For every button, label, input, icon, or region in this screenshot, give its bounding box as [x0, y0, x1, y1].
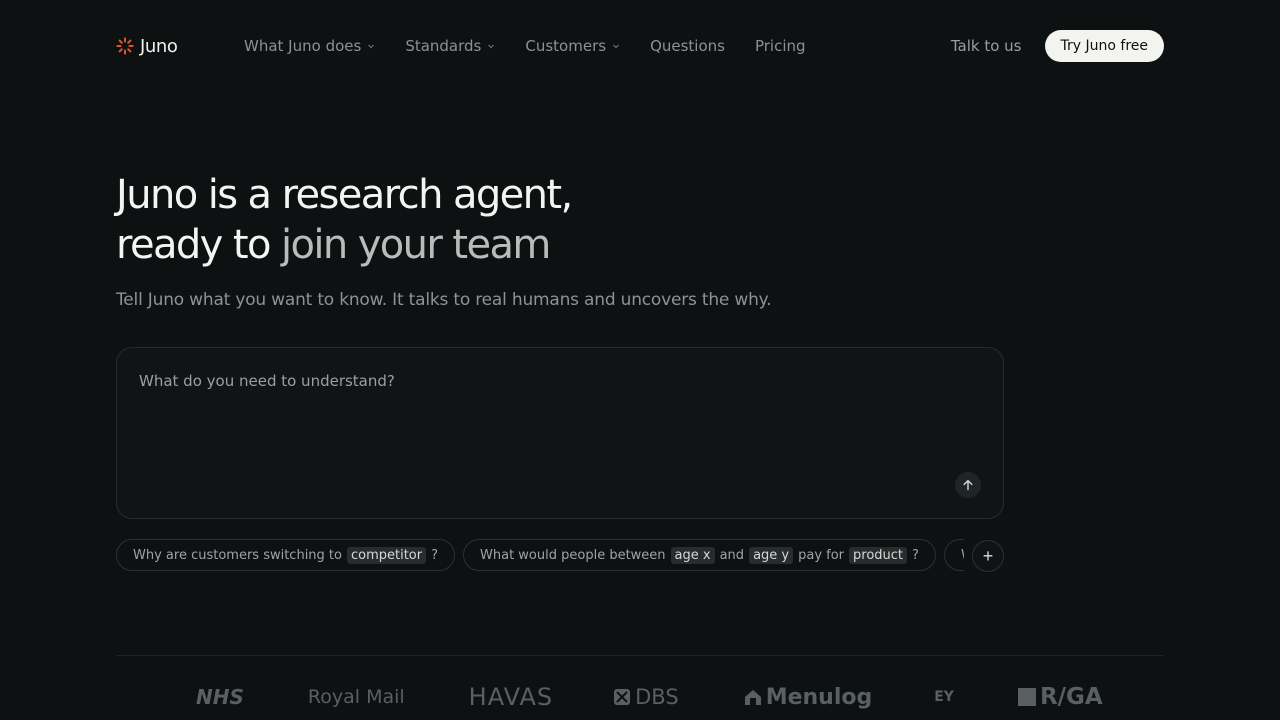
nhs-logo: NHS [196, 685, 244, 709]
chip-token: competitor [346, 546, 427, 564]
nav-link-label: Questions [650, 37, 725, 55]
havas-logo: HAVAS [468, 683, 554, 711]
submit-button[interactable] [955, 472, 981, 498]
suggestion-chips: Why are customers switching to competito… [116, 539, 964, 571]
nav-customers[interactable]: Customers [525, 37, 620, 55]
arrow-up-icon [963, 479, 973, 491]
nav-link-label: Standards [405, 37, 482, 55]
nav-what-juno-does[interactable]: What Juno does [244, 37, 375, 55]
dbs-logo: DBS [613, 685, 679, 709]
customer-logos: NHS Royal Mail HAVAS DBS Menulog EY R/GA [196, 682, 1126, 712]
chevron-down-icon [488, 44, 495, 49]
nav-questions[interactable]: Questions [650, 37, 725, 55]
nav-links: What Juno does Standards Customers Quest… [244, 37, 836, 55]
chip-text: W [961, 548, 964, 563]
suggestion-chip-truncated[interactable]: W [943, 539, 964, 571]
menulog-logo: Menulog [743, 684, 873, 710]
nav-standards[interactable]: Standards [405, 37, 495, 55]
royal-mail-logo: Royal Mail [307, 686, 405, 708]
nav-pricing[interactable]: Pricing [755, 37, 806, 55]
rga-wordmark: R/GA [1039, 684, 1103, 710]
chip-text: and [719, 547, 745, 563]
chip-text: What would people between [480, 547, 666, 563]
chip-text: ? [912, 547, 919, 563]
menulog-wordmark: Menulog [765, 684, 873, 710]
rga-logo: R/GA [1017, 684, 1103, 710]
brand-logo[interactable]: Juno [116, 36, 244, 57]
dbs-star-icon [614, 689, 631, 705]
try-juno-free-button[interactable]: Try Juno free [1044, 30, 1164, 62]
top-nav: Juno What Juno does Standards Customers … [116, 30, 1164, 62]
ey-logo: EY [934, 689, 954, 705]
hero-headline: Juno is a research agent, ready to join … [116, 170, 573, 270]
nav-actions: Talk to us Try Juno free [951, 30, 1164, 62]
more-suggestions-button[interactable]: + [972, 540, 1004, 572]
chip-token: age y [749, 546, 794, 564]
rga-square-icon [1017, 688, 1036, 706]
chip-text: pay for [798, 547, 845, 563]
nav-link-label: Pricing [754, 37, 806, 55]
dbs-wordmark: DBS [635, 685, 679, 709]
prompt-card [116, 347, 1004, 519]
talk-to-us-link[interactable]: Talk to us [951, 37, 1022, 55]
headline-line-2a: ready to [116, 222, 281, 268]
chip-token: age x [670, 546, 715, 564]
nav-link-label: Customers [525, 37, 607, 55]
chip-token: product [849, 546, 908, 564]
brand-name: Juno [140, 35, 178, 57]
section-divider [116, 655, 1164, 656]
chevron-down-icon [613, 44, 619, 49]
suggestion-chip-pricing[interactable]: What would people between age x and age … [463, 539, 936, 571]
research-question-input[interactable] [139, 372, 939, 390]
headline-highlight: join your team [280, 222, 551, 268]
nav-link-label: What Juno does [244, 37, 362, 55]
chevron-down-icon [368, 44, 375, 49]
plus-icon: + [982, 546, 994, 566]
headline-line-1: Juno is a research agent, [116, 172, 573, 218]
menulog-house-icon [744, 690, 761, 705]
hero-subtitle: Tell Juno what you want to know. It talk… [116, 290, 772, 310]
chip-text: ? [431, 547, 439, 563]
chip-text: Why are customers switching to [133, 547, 342, 563]
suggestion-chip-competitor[interactable]: Why are customers switching to competito… [116, 539, 456, 571]
juno-sun-icon [116, 37, 134, 55]
